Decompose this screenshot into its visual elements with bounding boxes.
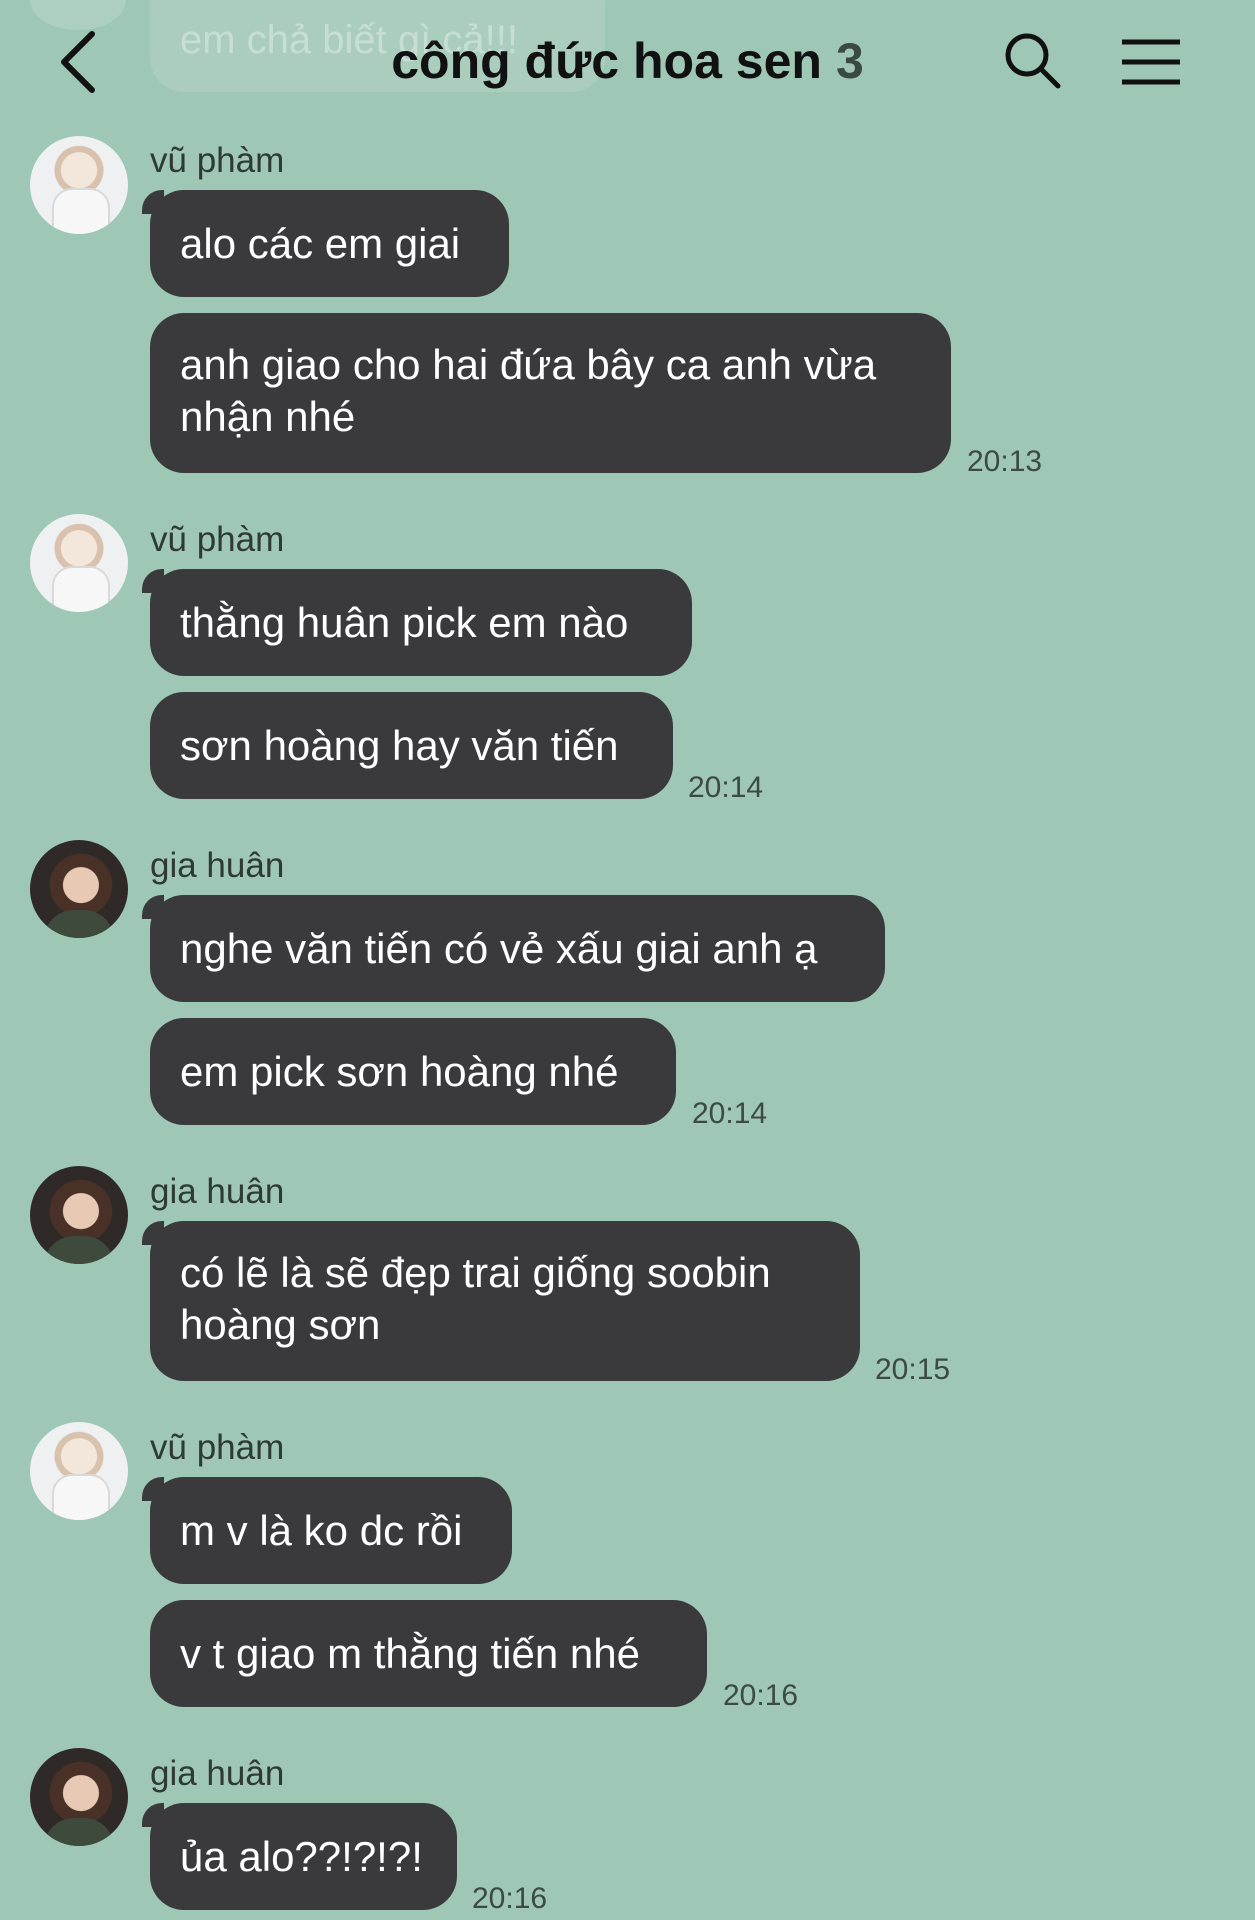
member-count: 3 bbox=[835, 33, 864, 89]
avatar[interactable] bbox=[30, 840, 128, 938]
message-bubble[interactable]: v t giao m thằng tiến nhé bbox=[150, 1600, 707, 1707]
message-bubble[interactable]: em pick sơn hoàng nhé bbox=[150, 1018, 676, 1125]
message-bubble[interactable]: ủa alo??!?!?! bbox=[150, 1803, 457, 1910]
menu-button[interactable] bbox=[1118, 34, 1184, 90]
back-button[interactable] bbox=[50, 26, 110, 98]
message-timestamp: 20:14 bbox=[688, 771, 764, 804]
avatar[interactable] bbox=[30, 1166, 128, 1264]
message-text: sơn hoàng hay văn tiến bbox=[180, 721, 619, 769]
sender-name: vũ phàm bbox=[150, 141, 285, 180]
message-timestamp: 20:14 bbox=[692, 1097, 768, 1130]
avatar[interactable] bbox=[30, 514, 128, 612]
message-bubble[interactable]: alo các em giai bbox=[150, 190, 509, 297]
message-text: v t giao m thằng tiến nhé bbox=[180, 1629, 640, 1677]
sender-name: gia huân bbox=[150, 846, 285, 885]
message-timestamp: 20:15 bbox=[875, 1353, 951, 1386]
message-text: ủa alo??!?!?! bbox=[180, 1832, 423, 1880]
avatar[interactable] bbox=[30, 1748, 128, 1846]
search-icon bbox=[1005, 33, 1061, 89]
message-timestamp: 20:16 bbox=[472, 1882, 548, 1915]
message-timestamp: 20:13 bbox=[967, 445, 1043, 478]
sender-name: vũ phàm bbox=[150, 520, 285, 559]
message-text: có lẽ là sẽ đẹp trai giống soobin hoàng … bbox=[180, 1249, 771, 1348]
chevron-left-icon bbox=[61, 31, 95, 93]
message-bubble[interactable]: nghe văn tiến có vẻ xấu giai anh ạ bbox=[150, 895, 885, 1002]
chat-header: em chả biết gì cả!!! công đức hoa sen 3 bbox=[0, 0, 1255, 130]
message-text: anh giao cho hai đứa bây ca anh vừa nhận… bbox=[180, 341, 877, 440]
search-button[interactable] bbox=[1000, 28, 1066, 94]
message-bubble[interactable]: thằng huân pick em nào bbox=[150, 569, 692, 676]
message-bubble[interactable]: có lẽ là sẽ đẹp trai giống soobin hoàng … bbox=[150, 1221, 860, 1381]
message-bubble[interactable]: sơn hoàng hay văn tiến bbox=[150, 692, 673, 799]
chat-title: công đức hoa sen 3 bbox=[300, 32, 955, 90]
avatar[interactable] bbox=[30, 136, 128, 234]
message-timestamp: 20:16 bbox=[723, 1679, 799, 1712]
group-name: công đức hoa sen bbox=[391, 33, 822, 89]
message-text: em pick sơn hoàng nhé bbox=[180, 1047, 619, 1095]
message-bubble[interactable]: anh giao cho hai đứa bây ca anh vừa nhận… bbox=[150, 313, 951, 473]
sender-name: vũ phàm bbox=[150, 1428, 285, 1467]
message-text: nghe văn tiến có vẻ xấu giai anh ạ bbox=[180, 924, 818, 972]
message-text: thằng huân pick em nào bbox=[180, 598, 629, 646]
message-text: alo các em giai bbox=[180, 219, 461, 267]
hamburger-menu-icon bbox=[1122, 39, 1180, 85]
sender-name: gia huân bbox=[150, 1754, 285, 1793]
avatar[interactable] bbox=[30, 1422, 128, 1520]
message-text: m v là ko dc rồi bbox=[180, 1506, 463, 1554]
message-bubble[interactable]: m v là ko dc rồi bbox=[150, 1477, 512, 1584]
sender-name: gia huân bbox=[150, 1172, 285, 1211]
